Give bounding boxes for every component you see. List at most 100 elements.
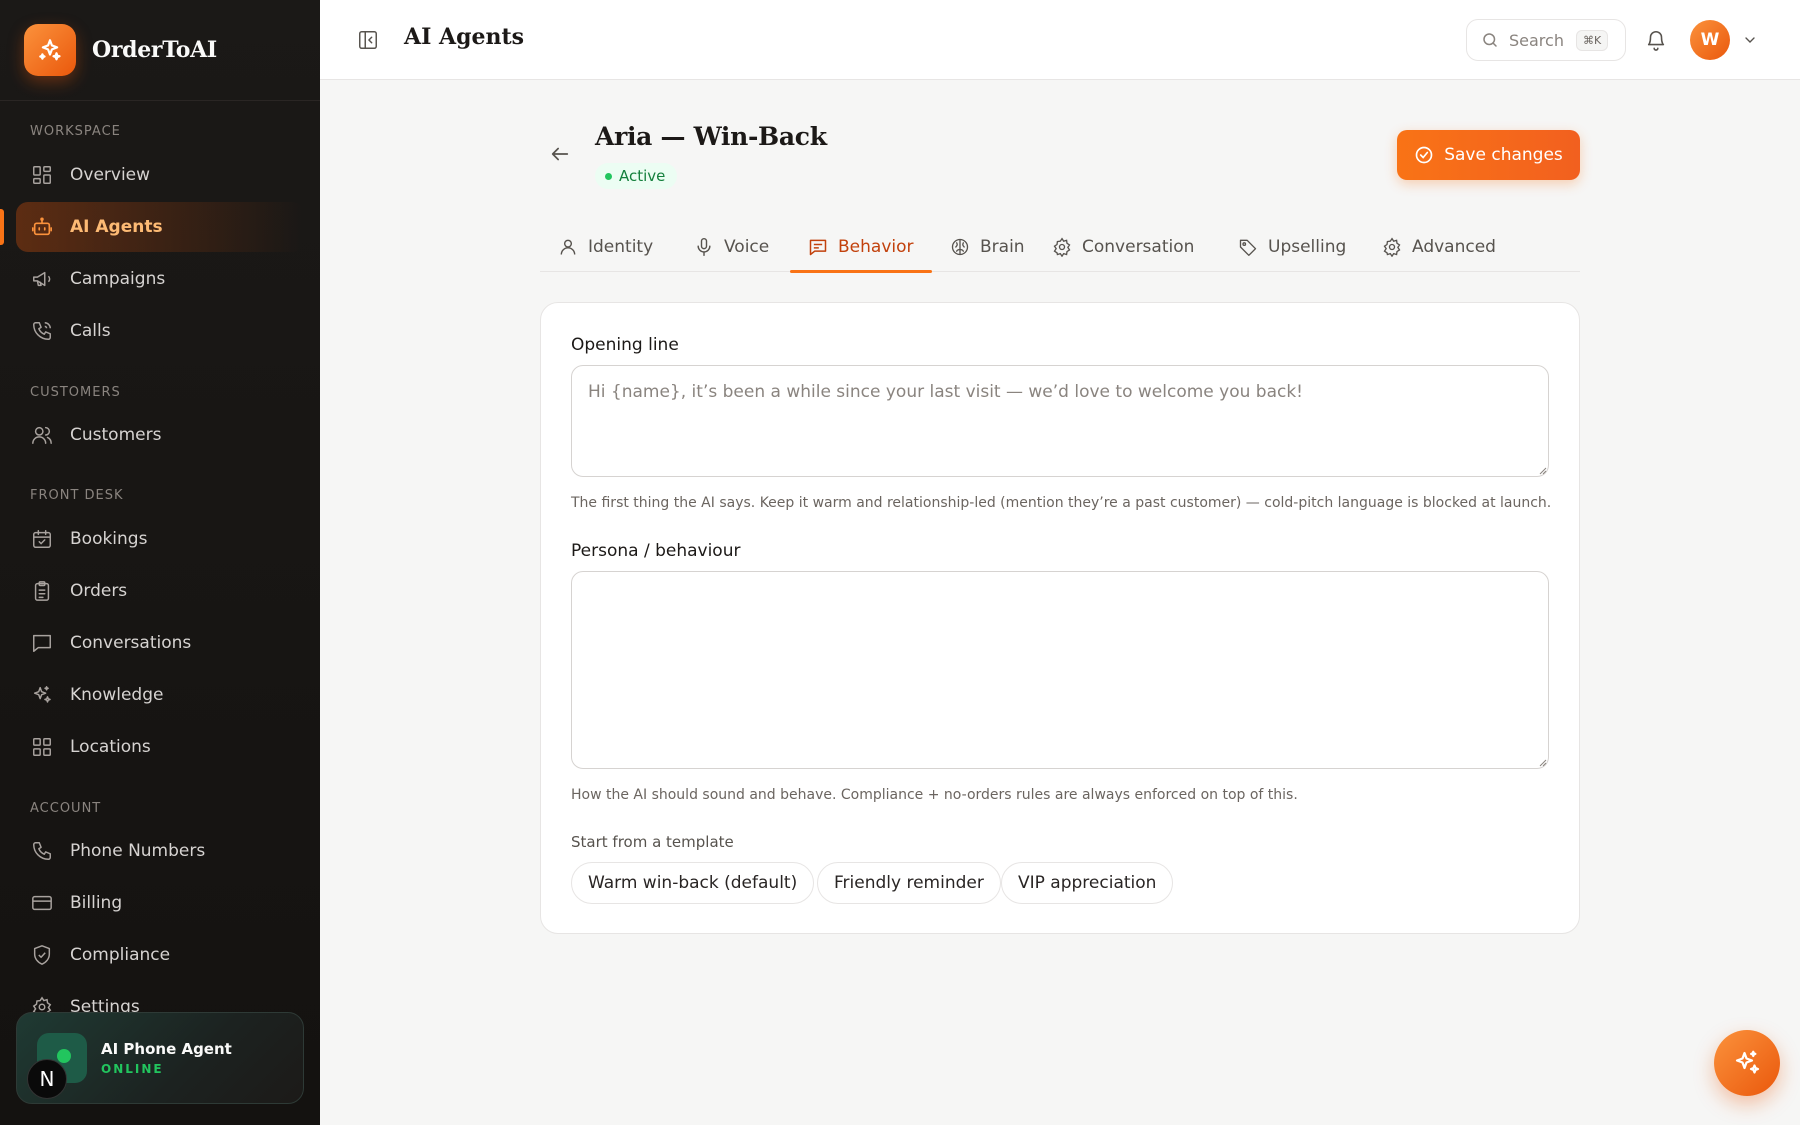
- sidebar-toggle-icon[interactable]: [354, 26, 382, 54]
- tab-upselling[interactable]: Upselling: [1220, 222, 1364, 272]
- agent-badge: N: [27, 1059, 67, 1099]
- brand[interactable]: OrderToAI: [24, 24, 217, 76]
- search-icon: [1481, 31, 1499, 49]
- tab-identity[interactable]: Identity: [540, 222, 671, 272]
- tab-voice[interactable]: Voice: [676, 222, 787, 272]
- sidebar-item-bookings[interactable]: Bookings: [16, 514, 304, 564]
- agent-card-title: AI Phone Agent: [101, 1040, 232, 1058]
- sidebar-item-compliance[interactable]: Compliance: [16, 930, 304, 980]
- sidebar-item-orders[interactable]: Orders: [16, 566, 304, 616]
- behavior-card: Opening line The first thing the AI says…: [540, 302, 1580, 934]
- shield-icon: [30, 943, 54, 967]
- chat-icon: [30, 631, 54, 655]
- opening-line-help: The first thing the AI says. Keep it war…: [571, 495, 1552, 511]
- sidebar-item-label: Customers: [70, 425, 162, 445]
- section-label-front-desk: FRONT DESK: [30, 488, 124, 503]
- page-title: AI Agents: [404, 24, 525, 50]
- search-input[interactable]: Search ⌘K: [1466, 19, 1626, 61]
- sidebar-item-customers[interactable]: Customers: [16, 410, 304, 460]
- brain-icon: [950, 237, 970, 257]
- grid-icon: [30, 735, 54, 759]
- sidebar-item-label: Bookings: [70, 529, 148, 549]
- opening-line-input[interactable]: [571, 365, 1549, 477]
- tab-bar: Identity Voice Behavior Brain Conversati…: [540, 222, 1580, 273]
- sparkles-icon: [24, 24, 76, 76]
- assistant-button[interactable]: [1714, 1030, 1780, 1096]
- tab-label: Advanced: [1412, 237, 1496, 257]
- users-icon: [30, 423, 54, 447]
- sparkles-icon: [30, 683, 54, 707]
- sidebar-item-label: Phone Numbers: [70, 841, 206, 861]
- message-square-icon: [808, 237, 828, 257]
- section-label-customers: CUSTOMERS: [30, 385, 121, 400]
- sidebar-item-label: Conversations: [70, 633, 192, 653]
- tab-conversation[interactable]: Conversation: [1034, 222, 1212, 272]
- sidebar-item-label: Compliance: [70, 945, 171, 965]
- phone-call-icon: [30, 319, 54, 343]
- divider: [0, 100, 320, 101]
- brand-name: OrderToAI: [92, 37, 217, 63]
- clipboard-icon: [30, 579, 54, 603]
- persona-input[interactable]: [571, 571, 1549, 769]
- sidebar-item-label: Locations: [70, 737, 151, 757]
- tab-label: Identity: [588, 237, 654, 257]
- tab-brain[interactable]: Brain: [932, 222, 1043, 272]
- sidebar: OrderToAI WORKSPACE Overview AI Agents C…: [0, 0, 320, 1125]
- resize-handle-icon[interactable]: [1537, 465, 1547, 475]
- sidebar-item-label: Orders: [70, 581, 128, 601]
- tab-label: Upselling: [1268, 237, 1347, 257]
- tab-label: Voice: [724, 237, 770, 257]
- grid-icon: [30, 163, 54, 187]
- opening-line-label: Opening line: [571, 335, 679, 355]
- sidebar-item-label: Knowledge: [70, 685, 164, 705]
- section-label-workspace: WORKSPACE: [30, 124, 121, 139]
- user-icon: [558, 237, 578, 257]
- check-circle-icon: [1414, 145, 1434, 165]
- megaphone-icon: [30, 267, 54, 291]
- sidebar-item-conversations[interactable]: Conversations: [16, 618, 304, 668]
- tab-label: Behavior: [838, 237, 914, 257]
- sidebar-item-billing[interactable]: Billing: [16, 878, 304, 928]
- search-shortcut: ⌘K: [1575, 29, 1609, 51]
- section-label-account: ACCOUNT: [30, 801, 102, 816]
- tab-label: Conversation: [1082, 237, 1195, 257]
- template-chip-vip-appreciation[interactable]: VIP appreciation: [1001, 862, 1174, 904]
- sidebar-item-calls[interactable]: Calls: [16, 306, 304, 356]
- active-indicator: [0, 209, 4, 245]
- agent-name: Aria — Win-Back: [595, 122, 827, 151]
- agent-status-card[interactable]: N AI Phone Agent ONLINE: [16, 1012, 304, 1104]
- avatar[interactable]: W: [1690, 20, 1730, 60]
- search-placeholder: Search: [1509, 30, 1564, 50]
- template-chip-warm-win-back[interactable]: Warm win-back (default): [571, 862, 815, 904]
- sidebar-item-label: Billing: [70, 893, 123, 913]
- bell-icon[interactable]: [1642, 26, 1670, 54]
- save-button[interactable]: Save changes: [1397, 130, 1580, 180]
- sidebar-item-campaigns[interactable]: Campaigns: [16, 254, 304, 304]
- sidebar-item-label: Campaigns: [70, 269, 166, 289]
- sidebar-item-label: Overview: [70, 165, 151, 185]
- phone-icon: [30, 839, 54, 863]
- chevron-down-icon[interactable]: [1740, 30, 1760, 50]
- sidebar-item-overview[interactable]: Overview: [16, 150, 304, 200]
- agent-card-status: ONLINE: [101, 1062, 164, 1076]
- sidebar-item-label: AI Agents: [70, 217, 163, 237]
- persona-help: How the AI should sound and behave. Comp…: [571, 787, 1298, 803]
- topbar: AI Agents Search ⌘K W: [320, 0, 1800, 80]
- resize-handle-icon[interactable]: [1537, 757, 1547, 767]
- sidebar-item-ai-agents[interactable]: AI Agents: [16, 202, 304, 252]
- tab-behavior[interactable]: Behavior: [790, 222, 932, 273]
- sidebar-item-locations[interactable]: Locations: [16, 722, 304, 772]
- arrow-left-icon[interactable]: [546, 140, 574, 168]
- save-button-label: Save changes: [1444, 145, 1563, 165]
- tab-label: Brain: [980, 237, 1025, 257]
- credit-card-icon: [30, 891, 54, 915]
- tab-advanced[interactable]: Advanced: [1364, 222, 1514, 272]
- robot-icon: [30, 215, 54, 239]
- persona-label: Persona / behaviour: [571, 541, 741, 561]
- sidebar-item-knowledge[interactable]: Knowledge: [16, 670, 304, 720]
- gear-icon: [1382, 237, 1402, 257]
- template-chip-friendly-reminder[interactable]: Friendly reminder: [817, 862, 1001, 904]
- calendar-icon: [30, 527, 54, 551]
- tag-icon: [1238, 237, 1258, 257]
- sidebar-item-phone-numbers[interactable]: Phone Numbers: [16, 826, 304, 876]
